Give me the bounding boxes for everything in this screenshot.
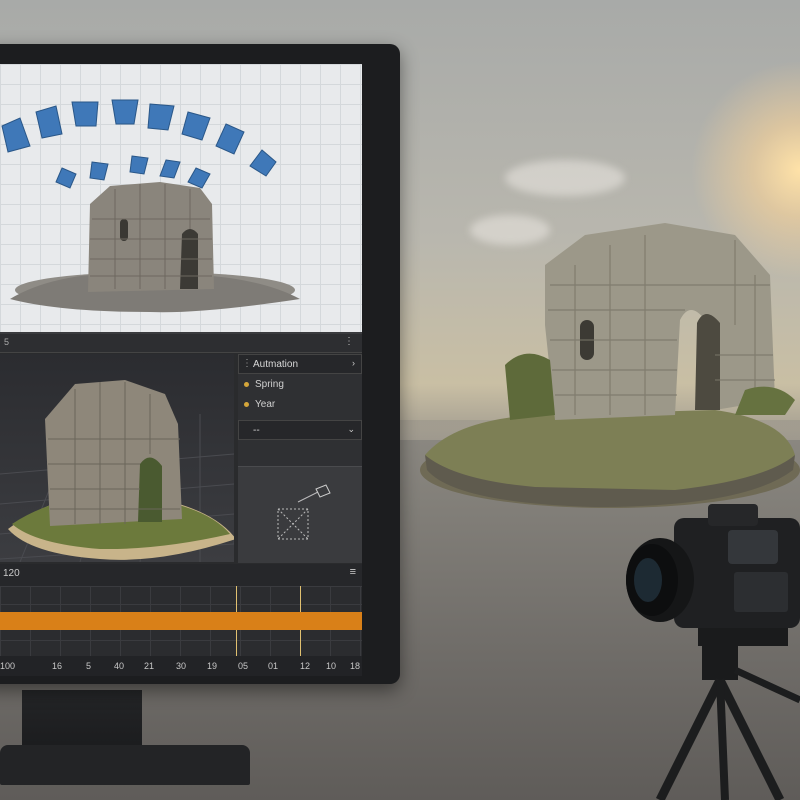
monitor-base <box>0 745 250 785</box>
camera-gizmo-icon <box>277 484 331 540</box>
panel-menu-icon[interactable]: ⋮ <box>344 336 354 347</box>
current-frame: 120 <box>3 568 20 579</box>
ruler-tick: 40 <box>114 661 125 671</box>
monitor-stand <box>22 690 142 750</box>
ruler-tick: 100 <box>0 661 16 671</box>
ruler-tick: 30 <box>176 661 187 671</box>
properties-panel: ⋮ Autmation › Spring Year -- ⌄ <box>238 354 362 563</box>
property-spring[interactable]: Spring <box>238 376 362 394</box>
panel-number: 5 <box>4 337 10 347</box>
camera-preview <box>238 466 362 563</box>
automation-label: Autmation <box>253 359 299 370</box>
chevron-down-icon: ⌄ <box>347 424 355 434</box>
stone-ruin-photo <box>420 223 800 508</box>
grip-icon: ⋮ <box>242 358 252 369</box>
ruler-tick: 21 <box>144 661 155 671</box>
ruler-tick: 05 <box>238 661 249 671</box>
orange-animation-track[interactable] <box>0 612 362 630</box>
keyframe-dot-icon <box>244 382 249 387</box>
secondary-dropdown-label: -- <box>253 425 260 436</box>
ruler-tick: 12 <box>300 661 311 671</box>
perspective-viewport[interactable] <box>0 354 234 562</box>
panel-header: 5 ⋮ <box>0 334 362 353</box>
ruler-tick: 10 <box>326 661 337 671</box>
ruler-tick: 01 <box>268 661 279 671</box>
ruler-tick: 16 <box>52 661 63 671</box>
top-viewport[interactable] <box>0 64 362 334</box>
camera <box>626 504 800 646</box>
camera-positions <box>1 99 277 189</box>
property-label: Year <box>255 399 276 410</box>
textured-ruin-viewport-scene <box>0 380 234 562</box>
property-label: Spring <box>255 379 284 390</box>
property-year[interactable]: Year <box>238 396 362 414</box>
3d-editor-window: 5 ⋮ ⋮ Autmation › Spring Year -- ⌄ 120 ≡… <box>0 64 362 676</box>
ruler-tick: 19 <box>207 661 218 671</box>
monitor: 5 ⋮ ⋮ Autmation › Spring Year -- ⌄ 120 ≡… <box>0 44 400 684</box>
tripod <box>655 640 800 800</box>
hamburger-menu-icon[interactable]: ≡ <box>350 566 356 578</box>
secondary-dropdown[interactable]: -- ⌄ <box>238 420 362 440</box>
photogrammetry-viewport-scene <box>1 99 300 313</box>
timeline-ruler[interactable]: 100 16 5 40 21 30 19 05 01 12 10 18 <box>0 656 362 676</box>
keyframe-dot-icon <box>244 402 249 407</box>
ruin-model <box>10 182 300 313</box>
cloud <box>505 160 625 196</box>
automation-dropdown[interactable]: ⋮ Autmation › <box>238 354 362 374</box>
timeline-header: 120 ≡ <box>0 564 362 587</box>
chevron-right-icon: › <box>352 358 355 368</box>
ruler-tick: 5 <box>86 661 92 671</box>
ruler-tick: 18 <box>350 661 361 671</box>
